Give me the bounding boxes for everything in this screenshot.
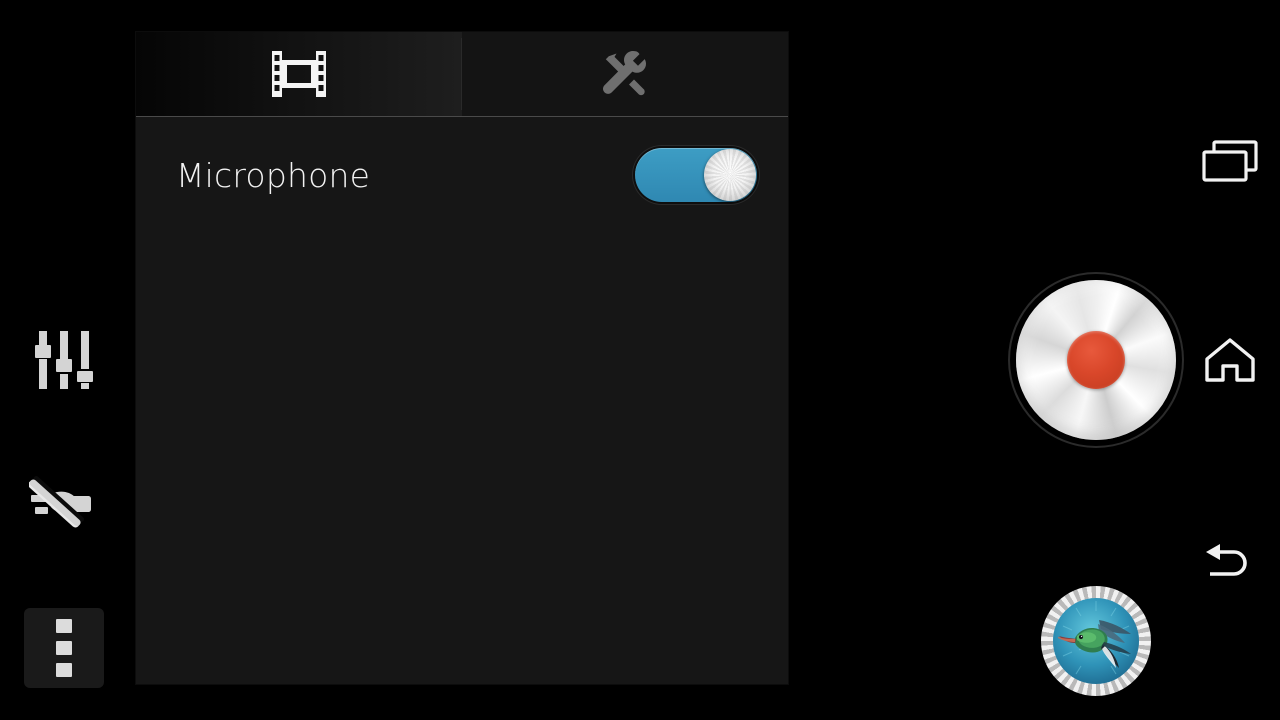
hummingbird-icon (1053, 598, 1139, 684)
panel-tabbar (136, 32, 788, 117)
nav-button-home[interactable] (1188, 318, 1272, 402)
setting-control-microphone[interactable] (635, 148, 757, 202)
toggle-knob (704, 149, 756, 201)
panel-body: Microphone (136, 117, 788, 684)
tab-video[interactable] (136, 32, 462, 116)
left-control-rail (0, 0, 136, 720)
sliders-icon (35, 329, 93, 391)
nav-button-back[interactable] (1188, 522, 1272, 606)
tab-settings[interactable] (462, 32, 788, 116)
film-strip-icon (272, 51, 326, 97)
flash-off-icon (29, 473, 99, 535)
rail-button-flash-off[interactable] (24, 464, 104, 544)
settings-panel: Microphone (136, 32, 788, 684)
microphone-toggle-switch[interactable] (635, 148, 757, 202)
tools-icon (600, 50, 650, 98)
rail-button-more-options[interactable] (24, 608, 104, 688)
record-dot-icon (1067, 331, 1125, 389)
setting-row-microphone[interactable]: Microphone (136, 117, 788, 233)
setting-label-microphone: Microphone (176, 155, 371, 195)
screen-root: Microphone (0, 0, 1280, 720)
back-arrow-icon (1204, 541, 1256, 587)
right-nav-rail (1180, 0, 1280, 720)
home-icon (1204, 337, 1256, 383)
gallery-thumbnail-image (1053, 598, 1139, 684)
gallery-thumbnail-button[interactable] (1041, 586, 1151, 696)
record-button[interactable] (1016, 280, 1176, 440)
rail-button-settings-sliders[interactable] (24, 320, 104, 400)
nav-button-recent-apps[interactable] (1188, 120, 1272, 204)
overflow-menu-icon (56, 619, 72, 677)
recent-apps-icon (1202, 140, 1258, 184)
